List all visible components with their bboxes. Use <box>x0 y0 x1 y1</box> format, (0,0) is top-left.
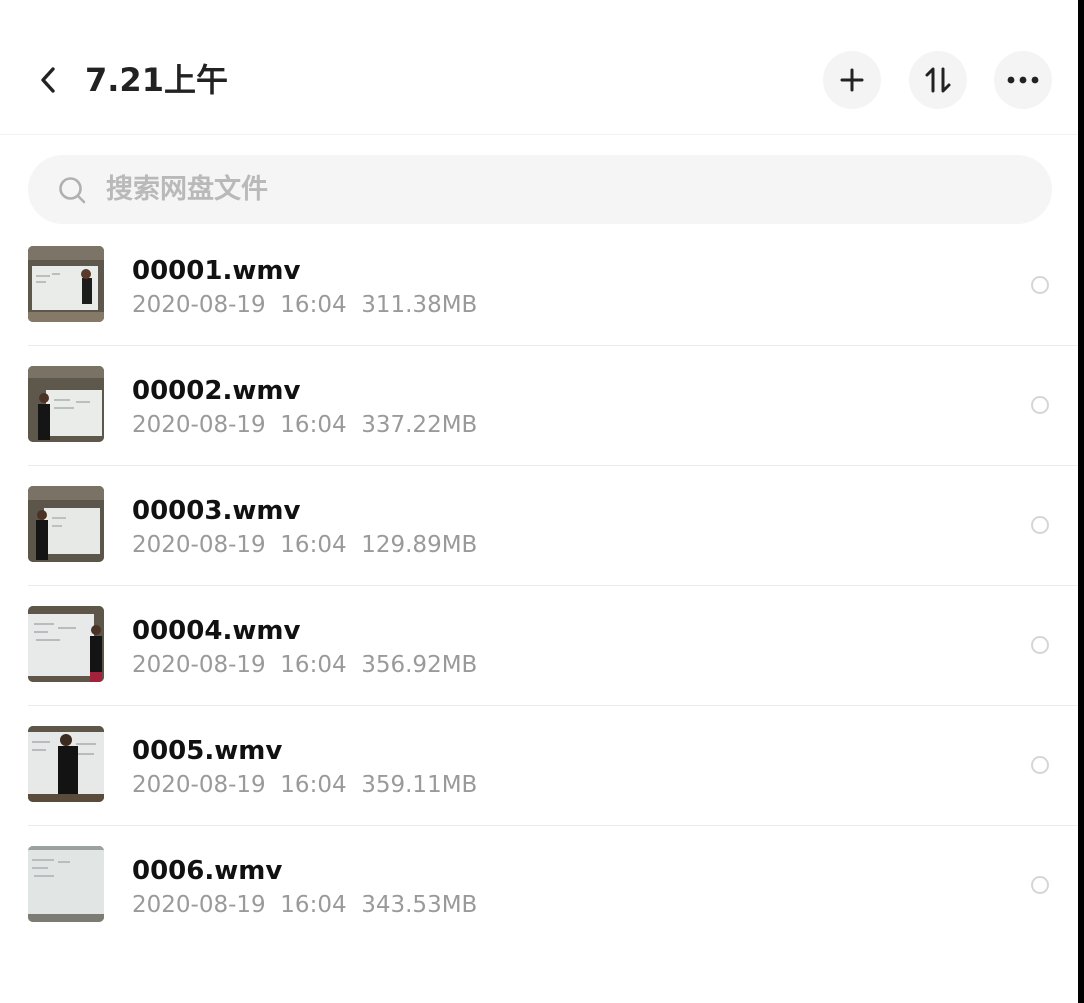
file-size: 359.11MB <box>361 772 478 798</box>
more-dots-icon <box>1007 76 1039 84</box>
file-row[interactable]: 00002.wmv 2020-08-19 16:04 337.22MB <box>0 346 1078 466</box>
file-name: 00002.wmv <box>132 376 301 406</box>
file-meta: 2020-08-19 16:04 343.53MB <box>132 890 477 920</box>
video-thumbnail <box>28 366 104 442</box>
file-row[interactable]: 0006.wmv 2020-08-19 16:04 343.53MB <box>0 826 1078 946</box>
search-input[interactable] <box>106 155 1006 224</box>
file-row[interactable]: 00003.wmv 2020-08-19 16:04 129.89MB <box>0 466 1078 586</box>
file-date: 2020-08-19 <box>132 292 266 318</box>
file-name: 0005.wmv <box>132 736 283 766</box>
file-date: 2020-08-19 <box>132 412 266 438</box>
select-radio[interactable] <box>1031 636 1049 654</box>
back-button[interactable] <box>30 60 66 100</box>
file-time: 16:04 <box>280 292 347 318</box>
add-button[interactable] <box>823 51 881 109</box>
file-name: 00004.wmv <box>132 616 301 646</box>
top-bar: 7.21上午 <box>0 0 1078 135</box>
file-meta: 2020-08-19 16:04 337.22MB <box>132 410 477 440</box>
file-time: 16:04 <box>280 532 347 558</box>
file-size: 337.22MB <box>361 412 478 438</box>
file-list: 00001.wmv 2020-08-19 16:04 311.38MB 0000… <box>0 226 1078 946</box>
file-date: 2020-08-19 <box>132 532 266 558</box>
file-meta: 2020-08-19 16:04 129.89MB <box>132 530 477 560</box>
select-radio[interactable] <box>1031 516 1049 534</box>
file-size: 343.53MB <box>361 892 478 918</box>
file-date: 2020-08-19 <box>132 652 266 678</box>
screen-edge <box>1078 0 1084 1003</box>
file-name: 00001.wmv <box>132 256 301 286</box>
select-radio[interactable] <box>1031 276 1049 294</box>
page-title: 7.21上午 <box>85 61 228 99</box>
file-name: 0006.wmv <box>132 856 283 886</box>
video-thumbnail <box>28 486 104 562</box>
file-time: 16:04 <box>280 652 347 678</box>
file-time: 16:04 <box>280 892 347 918</box>
file-row[interactable]: 00001.wmv 2020-08-19 16:04 311.38MB <box>0 226 1078 346</box>
video-thumbnail <box>28 246 104 322</box>
file-time: 16:04 <box>280 772 347 798</box>
file-folder-page: 7.21上午 搜索网盘文件 00001.wmv 2020-08-19 16:04… <box>0 0 1084 1003</box>
file-time: 16:04 <box>280 412 347 438</box>
file-date: 2020-08-19 <box>132 892 266 918</box>
select-radio[interactable] <box>1031 396 1049 414</box>
sort-button[interactable] <box>909 51 967 109</box>
file-name: 00003.wmv <box>132 496 301 526</box>
video-thumbnail <box>28 606 104 682</box>
file-row[interactable]: 00004.wmv 2020-08-19 16:04 356.92MB <box>0 586 1078 706</box>
video-thumbnail <box>28 726 104 802</box>
sort-arrows-icon <box>925 67 951 93</box>
select-radio[interactable] <box>1031 756 1049 774</box>
chevron-left-icon <box>41 67 55 93</box>
search-bar[interactable] <box>28 155 1052 224</box>
file-meta: 2020-08-19 16:04 356.92MB <box>132 650 477 680</box>
search-icon <box>59 177 86 204</box>
file-meta: 2020-08-19 16:04 359.11MB <box>132 770 477 800</box>
file-date: 2020-08-19 <box>132 772 266 798</box>
select-radio[interactable] <box>1031 876 1049 894</box>
file-size: 311.38MB <box>361 292 478 318</box>
file-meta: 2020-08-19 16:04 311.38MB <box>132 290 477 320</box>
file-size: 129.89MB <box>361 532 478 558</box>
file-row[interactable]: 0005.wmv 2020-08-19 16:04 359.11MB <box>0 706 1078 826</box>
video-thumbnail <box>28 846 104 922</box>
plus-icon <box>840 68 864 92</box>
file-size: 356.92MB <box>361 652 478 678</box>
more-button[interactable] <box>994 51 1052 109</box>
